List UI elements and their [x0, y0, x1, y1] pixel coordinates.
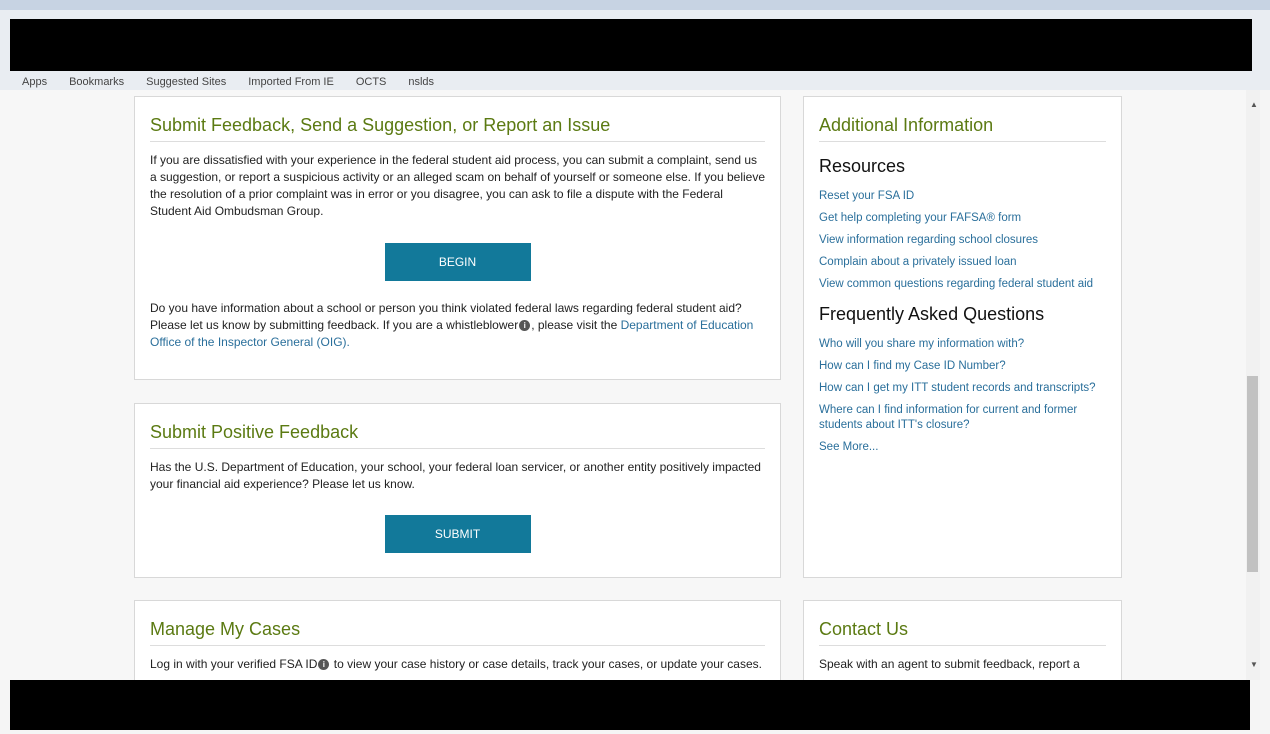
bookmark-octs[interactable]: OCTS	[356, 76, 387, 88]
scroll-down-arrow-icon[interactable]: ▼	[1250, 660, 1258, 669]
bookmark-imported-from-ie[interactable]: Imported From IE	[248, 76, 334, 88]
page-content: Submit Feedback, Send a Suggestion, or R…	[0, 90, 1246, 680]
redacted-toolbar	[10, 19, 1252, 71]
resource-link-private-loan[interactable]: Complain about a privately issued loan	[819, 255, 1106, 270]
bookmark-nslds[interactable]: nslds	[408, 76, 434, 88]
faq-link-see-more[interactable]: See More...	[819, 440, 1106, 455]
resource-link-reset-fsa-id[interactable]: Reset your FSA ID	[819, 189, 1106, 204]
resource-link-common-questions[interactable]: View common questions regarding federal …	[819, 277, 1106, 292]
bookmark-suggested-sites[interactable]: Suggested Sites	[146, 76, 226, 88]
contact-card: Contact Us Speak with an agent to submit…	[803, 600, 1122, 680]
resource-link-fafsa-help[interactable]: Get help completing your FAFSA® form	[819, 211, 1106, 226]
faq-link-case-id[interactable]: How can I find my Case ID Number?	[819, 359, 1106, 374]
manage-cases-title: Manage My Cases	[150, 619, 765, 646]
faq-heading: Frequently Asked Questions	[819, 304, 1045, 324]
bookmark-bookmarks[interactable]: Bookmarks	[69, 76, 124, 88]
contact-title: Contact Us	[819, 619, 1106, 646]
resource-link-school-closures[interactable]: View information regarding school closur…	[819, 233, 1106, 248]
faq-link-share-info[interactable]: Who will you share my information with?	[819, 337, 1106, 352]
faq-list: Who will you share my information with? …	[819, 337, 1106, 455]
tab-strip[interactable]	[0, 0, 1270, 10]
redacted-taskbar	[10, 680, 1250, 730]
info-icon[interactable]: i	[318, 659, 330, 671]
whistleblower-text: Do you have information about a school o…	[150, 301, 754, 349]
scroll-thumb[interactable]	[1247, 376, 1258, 572]
positive-feedback-title: Submit Positive Feedback	[150, 422, 765, 449]
faq-link-itt-records[interactable]: How can I get my ITT student records and…	[819, 381, 1106, 396]
manage-cases-body: Log in with your verified FSA ID i to vie…	[150, 657, 762, 671]
submit-button[interactable]: SUBMIT	[384, 515, 531, 553]
bookmarks-bar: Apps Bookmarks Suggested Sites Imported …	[0, 74, 1270, 90]
feedback-title: Submit Feedback, Send a Suggestion, or R…	[150, 115, 765, 142]
positive-feedback-body: Has the U.S. Department of Education, yo…	[150, 460, 761, 491]
feedback-card: Submit Feedback, Send a Suggestion, or R…	[134, 96, 781, 380]
resources-heading: Resources	[819, 156, 906, 176]
begin-button[interactable]: BEGIN	[384, 243, 531, 281]
positive-feedback-card: Submit Positive Feedback Has the U.S. De…	[134, 403, 781, 578]
additional-info-title: Additional Information	[819, 115, 1106, 142]
faq-link-itt-closure[interactable]: Where can I find information for current…	[819, 403, 1106, 433]
bookmark-apps[interactable]: Apps	[22, 76, 47, 88]
info-icon[interactable]: i	[519, 320, 531, 332]
contact-body: Speak with an agent to submit feedback, …	[819, 657, 1080, 671]
feedback-body: If you are dissatisfied with your experi…	[150, 153, 766, 218]
additional-info-card: Additional Information Resources Reset y…	[803, 96, 1122, 578]
scroll-up-arrow-icon[interactable]: ▲	[1250, 100, 1258, 109]
resources-list: Reset your FSA ID Get help completing yo…	[819, 189, 1106, 292]
manage-cases-card: Manage My Cases Log in with your verifie…	[134, 600, 781, 680]
